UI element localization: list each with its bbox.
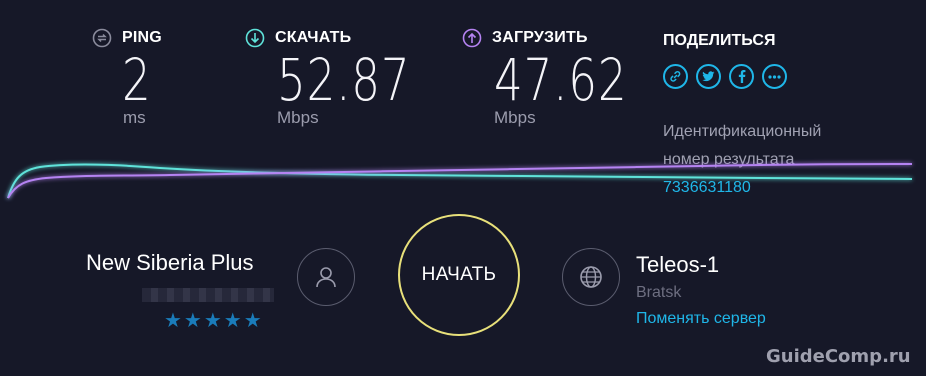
download-value: 52.87 <box>277 46 411 114</box>
share-section: ПОДЕЛИТЬСЯ <box>663 32 787 89</box>
start-test-label: НАЧАТЬ <box>421 264 497 285</box>
twitter-icon[interactable] <box>696 64 721 89</box>
ping-value: 2 <box>122 46 152 114</box>
upload-value: 47.62 <box>494 46 628 114</box>
upload-metric: ЗАГРУЗИТЬ 47.62 Mbps <box>462 28 665 128</box>
upload-speed-line <box>7 163 913 199</box>
upload-arrow-icon <box>462 28 482 48</box>
share-title: ПОДЕЛИТЬСЯ <box>663 32 776 49</box>
isp-name: New Siberia Plus <box>86 250 254 275</box>
isp-rating-stars[interactable]: ★★★★★ <box>164 308 274 333</box>
download-label: СКАЧАТЬ <box>275 29 352 46</box>
facebook-icon[interactable] <box>729 64 754 89</box>
isp-ip-redacted <box>142 288 274 302</box>
start-test-button[interactable]: НАЧАТЬ <box>398 214 520 336</box>
download-arrow-icon <box>245 28 265 48</box>
more-icon[interactable] <box>762 64 787 89</box>
globe-icon <box>562 248 620 306</box>
speed-graph <box>7 163 913 199</box>
server-name: Teleos-1 <box>636 252 720 277</box>
change-server-link[interactable]: Поменять сервер <box>636 310 766 328</box>
server-location: Bratsk <box>636 284 682 301</box>
watermark: GuideComp.ru <box>766 346 911 367</box>
isp-info: New Siberia Plus ★★★★★ <box>86 250 274 333</box>
ping-label: PING <box>122 29 162 46</box>
ping-icon <box>92 28 112 48</box>
download-metric: СКАЧАТЬ 52.87 Mbps <box>245 28 448 128</box>
ping-metric: PING 2 ms <box>92 28 162 128</box>
link-icon[interactable] <box>663 64 688 89</box>
upload-label: ЗАГРУЗИТЬ <box>492 29 588 46</box>
server-info: Teleos-1 Bratsk Поменять сервер <box>636 252 766 328</box>
user-icon <box>297 248 355 306</box>
